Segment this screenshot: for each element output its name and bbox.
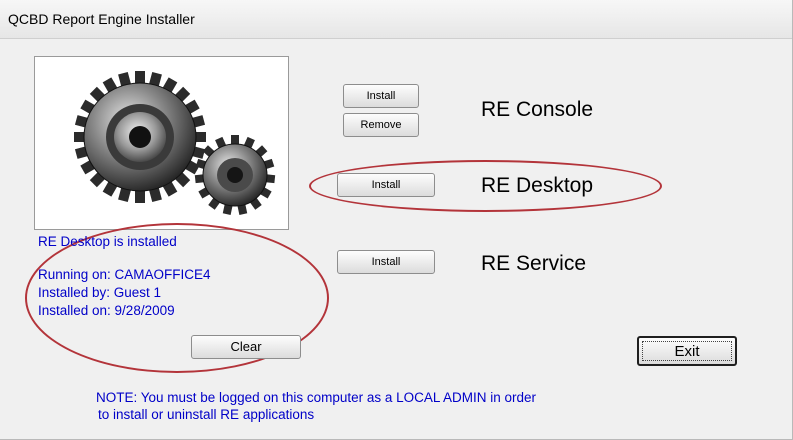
- installer-window: QCBD Report Engine Installer Install Rem…: [0, 0, 793, 440]
- re-service-install-button[interactable]: Install: [337, 250, 435, 274]
- note-line-1: NOTE: You must be logged on this compute…: [96, 390, 536, 405]
- clear-button[interactable]: Clear: [191, 335, 301, 359]
- running-on-text: Running on: CAMAOFFICE4: [38, 267, 211, 282]
- re-service-label: RE Service: [481, 252, 587, 275]
- installed-by-text: Installed by: Guest 1: [38, 285, 162, 300]
- installed-status-text: RE Desktop is installed: [38, 234, 177, 249]
- note-line-2: to install or uninstall RE applications: [98, 407, 315, 422]
- re-desktop-label: RE Desktop: [481, 174, 594, 197]
- title-bar[interactable]: QCBD Report Engine Installer: [0, 0, 792, 39]
- window-title: QCBD Report Engine Installer: [8, 11, 195, 27]
- re-console-label: RE Console: [481, 98, 594, 121]
- re-desktop-install-button[interactable]: Install: [337, 173, 435, 197]
- installed-on-text: Installed on: 9/28/2009: [38, 303, 175, 318]
- gear-image-panel: [34, 56, 289, 230]
- exit-button[interactable]: Exit: [637, 336, 737, 366]
- gears-icon: [74, 71, 276, 215]
- re-console-remove-button[interactable]: Remove: [343, 113, 419, 137]
- re-console-install-button[interactable]: Install: [343, 84, 419, 108]
